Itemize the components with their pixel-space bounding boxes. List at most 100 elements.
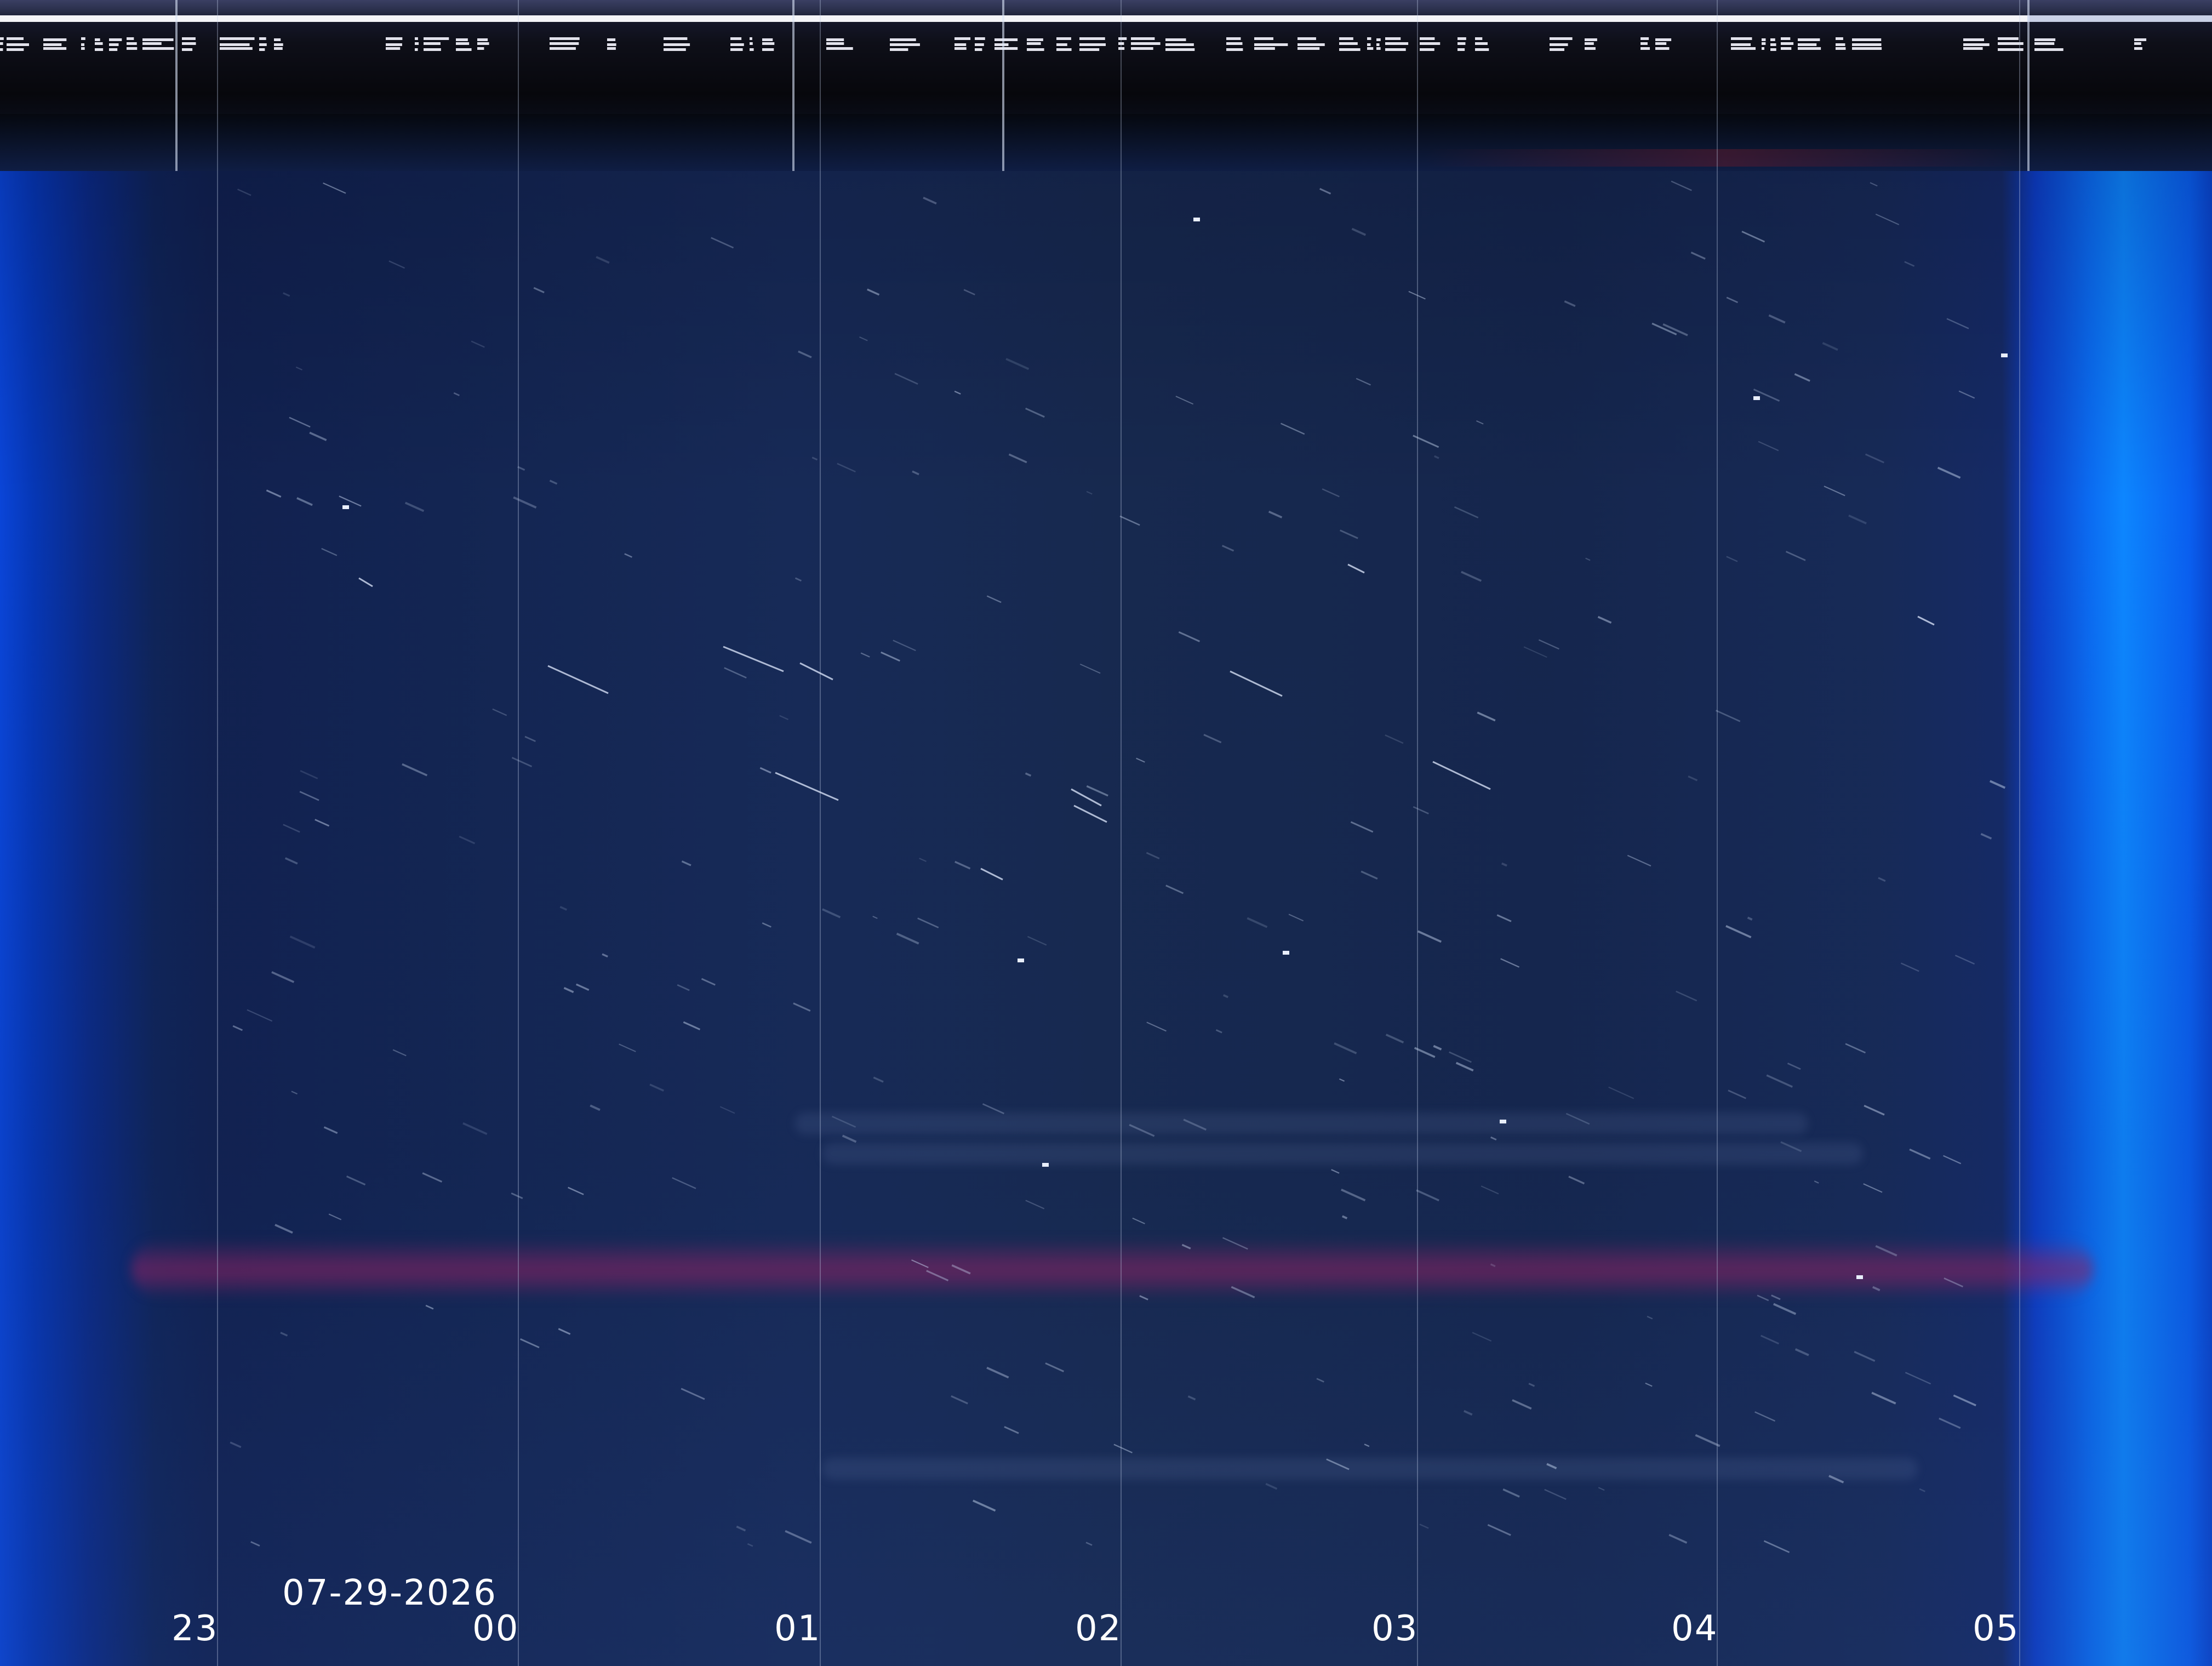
star-trail	[1129, 1123, 1155, 1137]
star-trail	[1900, 962, 1919, 972]
star-trail	[963, 289, 975, 295]
star-trail	[954, 860, 971, 870]
star-trail	[232, 1025, 243, 1031]
star-trail	[1597, 615, 1612, 624]
star-trail	[1416, 1189, 1439, 1202]
star-trail	[795, 577, 802, 582]
star-trail	[296, 497, 313, 506]
star-trail	[1766, 1074, 1793, 1088]
star-trail	[511, 757, 533, 768]
star-trail	[881, 651, 900, 662]
star-trail	[1870, 182, 1878, 187]
star-trail	[575, 983, 590, 991]
star-trail	[1477, 711, 1496, 722]
star-trail	[919, 858, 927, 862]
star-trail	[1119, 515, 1140, 526]
star-trail	[1281, 423, 1305, 435]
star-trail	[1754, 1411, 1776, 1422]
star-trail	[1045, 1362, 1064, 1372]
star-trail	[1005, 358, 1030, 370]
star-trail	[309, 431, 327, 441]
star-trail	[517, 466, 525, 471]
star-trail	[602, 953, 608, 958]
star-trail	[1747, 916, 1753, 921]
star-trail	[1165, 885, 1184, 894]
star-trail	[1848, 514, 1867, 524]
star-trail	[1079, 663, 1101, 674]
star-trail	[1414, 1047, 1436, 1058]
star-trail	[1434, 455, 1439, 459]
star-trail	[1413, 806, 1429, 814]
star-trail	[1726, 296, 1739, 304]
star-trail	[1481, 1185, 1499, 1195]
star-trail	[323, 182, 346, 194]
star-trail	[893, 640, 916, 652]
star-trail	[1339, 529, 1358, 539]
star-trail	[1771, 1294, 1781, 1300]
star-trail	[1231, 1286, 1255, 1298]
star-trail	[1787, 1062, 1801, 1070]
star-trail	[1695, 1434, 1721, 1447]
star-trail	[1408, 290, 1426, 300]
star-trail	[422, 1172, 443, 1183]
star-trail	[404, 501, 425, 512]
star-trail	[1073, 805, 1107, 823]
star-trail	[1178, 631, 1201, 642]
star-trail	[1501, 862, 1507, 867]
star-trail	[1878, 877, 1886, 882]
star-trail	[619, 1043, 636, 1052]
star-trail	[872, 916, 878, 919]
star-trail	[1463, 1410, 1473, 1416]
star-trail	[917, 917, 939, 928]
keogram-image: 07-29-2026 23 00 01 02 03 04 05	[0, 0, 2212, 1666]
star-trail	[1487, 1524, 1511, 1536]
star-trail	[280, 1332, 288, 1337]
star-trail	[1417, 930, 1442, 943]
star-trail	[284, 857, 298, 865]
star-trail	[867, 288, 880, 296]
star-trail	[1715, 710, 1741, 722]
star-trail	[1565, 1112, 1590, 1125]
star-trail	[1113, 1444, 1133, 1453]
bright-star	[1042, 1163, 1049, 1167]
star-trail	[1008, 453, 1027, 464]
star-trail	[649, 1083, 664, 1092]
bright-star	[1193, 218, 1200, 221]
star-trail	[926, 1270, 949, 1282]
star-trail	[1432, 761, 1491, 790]
star-trail	[1608, 1086, 1634, 1099]
star-trail	[1419, 1524, 1429, 1529]
star-trail	[1905, 1372, 1931, 1385]
star-trail	[358, 577, 373, 587]
star-trail	[980, 868, 1003, 881]
star-trail	[681, 1388, 705, 1400]
star-trail	[1461, 570, 1482, 582]
star-trail	[1822, 342, 1838, 351]
star-trail	[1341, 1215, 1348, 1219]
star-trail	[1758, 441, 1779, 452]
star-trail	[1794, 1348, 1809, 1356]
star-trail	[1334, 1042, 1357, 1054]
star-trail	[1954, 955, 1975, 965]
star-trail	[1958, 390, 1975, 399]
star-trail	[759, 767, 771, 774]
star-trail	[1785, 551, 1806, 561]
star-trail	[1027, 935, 1047, 946]
star-trail	[1763, 1540, 1790, 1553]
star-trail	[237, 189, 252, 196]
star-trail	[762, 922, 771, 928]
hour-label-01: 01	[774, 1608, 821, 1649]
star-trail	[453, 392, 460, 396]
star-trail	[547, 665, 609, 694]
star-trail	[1230, 670, 1283, 697]
star-trail	[1773, 1303, 1797, 1315]
star-trail	[1944, 1277, 1963, 1288]
hour-label-03: 03	[1371, 1608, 1419, 1649]
star-trail	[1454, 506, 1479, 518]
star-trail	[425, 1304, 434, 1310]
star-trail	[462, 1122, 488, 1136]
star-trail	[559, 906, 568, 911]
star-trail	[388, 260, 405, 269]
star-trail	[283, 292, 290, 297]
star-trail	[1433, 1045, 1442, 1051]
